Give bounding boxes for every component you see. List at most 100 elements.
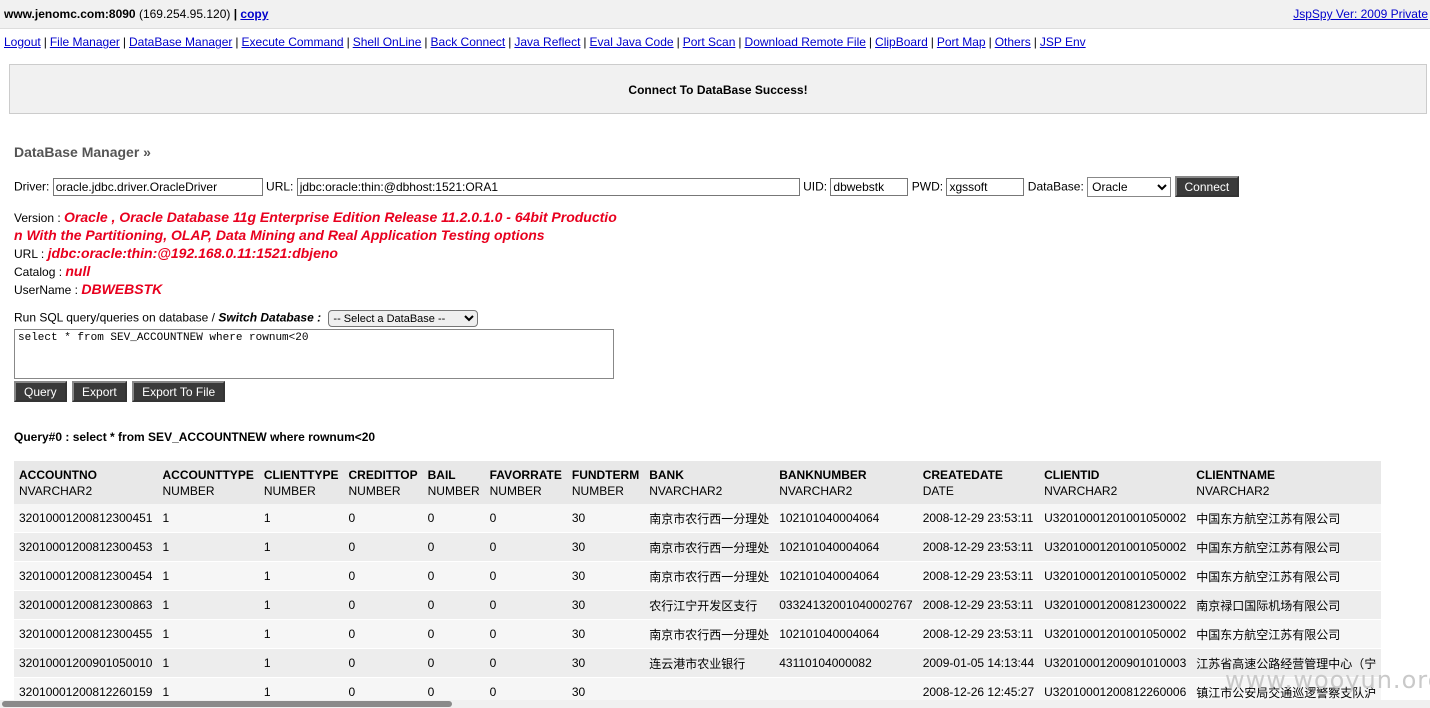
nav-link-clipboard[interactable]: ClipBoard [875, 35, 928, 49]
nav-link-eval-java-code[interactable]: Eval Java Code [590, 35, 674, 49]
nav-separator: | [738, 35, 742, 49]
nav-link-shell-online[interactable]: Shell OnLine [353, 35, 422, 49]
username-value: DBWEBSTK [81, 281, 163, 297]
column-type: NUMBER [162, 484, 215, 498]
table-cell: 30 [566, 504, 645, 533]
nav-link-back-connect[interactable]: Back Connect [431, 35, 506, 49]
column-name: BAIL [427, 468, 456, 482]
driver-input[interactable] [52, 177, 263, 196]
column-header-clientname: CLIENTNAME NVARCHAR2 [1191, 461, 1382, 504]
nav-link-logout[interactable]: Logout [4, 35, 41, 49]
nav-link-port-map[interactable]: Port Map [937, 35, 986, 49]
page-title: DataBase Manager » [14, 144, 151, 160]
query-result-title: Query#0 : select * from SEV_ACCOUNTNEW w… [14, 430, 376, 444]
column-name: BANKNUMBER [779, 468, 867, 482]
column-type: NVARCHAR2 [779, 484, 853, 498]
column-header-accounttype: ACCOUNTTYPE NUMBER [157, 461, 259, 504]
table-cell: 1 [258, 590, 344, 620]
column-type: NUMBER [571, 484, 624, 498]
catalog-line: Catalog : null [14, 263, 624, 281]
sql-query-textarea[interactable]: select * from SEV_ACCOUNTNEW where rownu… [14, 329, 614, 379]
nav-link-java-reflect[interactable]: Java Reflect [514, 35, 580, 49]
column-type: NVARCHAR2 [1196, 484, 1270, 498]
column-type: NUMBER [427, 484, 480, 498]
table-cell: 1 [258, 532, 344, 562]
column-header-createdate: CREATEDATE DATE [917, 461, 1040, 504]
host-name: www.jenomc.com:8090 [4, 7, 136, 21]
nav-link-download-remote-file[interactable]: Download Remote File [745, 35, 866, 49]
url-input[interactable] [296, 177, 800, 196]
table-cell: 2008-12-29 23:53:11 [917, 619, 1040, 649]
column-header-clienttype: CLIENTTYPE NUMBER [258, 461, 344, 504]
table-cell: 0 [422, 532, 485, 562]
connect-button[interactable]: Connect [1174, 176, 1240, 197]
table-cell: 南京市农行西一分理处 [644, 619, 775, 649]
nav-link-file-manager[interactable]: File Manager [50, 35, 120, 49]
table-cell: 0 [343, 619, 423, 649]
table-cell: 中国东方航空江苏有限公司 [1191, 532, 1382, 562]
table-cell: 30 [566, 619, 645, 649]
nav-separator: | [346, 35, 350, 49]
switch-database-label: Switch Database : [218, 310, 322, 325]
switch-database-select[interactable]: -- Select a DataBase -- [328, 310, 479, 327]
export-button[interactable]: Export [72, 381, 127, 402]
table-cell: U32010001200812300022 [1039, 590, 1192, 620]
table-cell: 102101040004064 [774, 619, 918, 649]
column-type: NVARCHAR2 [19, 484, 93, 498]
column-type: NUMBER [263, 484, 316, 498]
nav-separator: | [988, 35, 992, 49]
horizontal-scrollbar[interactable] [0, 700, 1430, 708]
column-header-fundterm: FUNDTERM NUMBER [566, 461, 645, 504]
table-cell: 32010001200812300863 [14, 590, 158, 620]
nav-link-others[interactable]: Others [995, 35, 1031, 49]
run-sql-label: Run SQL query/queries on database / [14, 310, 216, 325]
uid-input[interactable] [830, 177, 909, 196]
column-name: FUNDTERM [571, 468, 640, 482]
table-row: 32010001200812300453 1 1 0 0 0 30 南京市农行西一分理处 102… [14, 532, 1382, 562]
nav-link-port-scan[interactable]: Port Scan [683, 35, 736, 49]
table-cell: 30 [566, 532, 645, 562]
nav-link-database-manager[interactable]: DataBase Manager [129, 35, 232, 49]
result-table: ACCOUNTNO NVARCHAR2 ACCOUNTTYPE NUMBER CLIEN… [14, 461, 1382, 707]
version-line-2: n With the Partitioning, OLAP, Data Mini… [14, 227, 624, 245]
copy-link[interactable]: copy [240, 7, 268, 21]
version-label: Version : [14, 211, 61, 225]
host-ip: (169.254.95.120) [138, 7, 231, 21]
table-cell: 30 [566, 648, 645, 678]
table-cell: 1 [157, 504, 259, 533]
table-cell: 中国东方航空江苏有限公司 [1191, 619, 1382, 649]
table-row: 32010001200812300863 1 1 0 0 0 30 农行江宁开发区支行 0332… [14, 590, 1382, 620]
table-cell: 1 [157, 648, 259, 678]
table-cell: 0 [484, 648, 567, 678]
nav-link-execute-command[interactable]: Execute Command [242, 35, 344, 49]
table-cell: 2009-01-05 14:13:44 [917, 648, 1040, 678]
table-cell: 0 [343, 590, 423, 620]
column-name: FAVORRATE [489, 468, 562, 482]
table-cell: 0 [422, 590, 485, 620]
table-cell: 1 [258, 648, 344, 678]
table-cell: 30 [566, 590, 645, 620]
pwd-input[interactable] [946, 177, 1025, 196]
nav-separator: | [122, 35, 126, 49]
scrollbar-thumb[interactable] [2, 701, 452, 707]
table-cell: 102101040004064 [774, 504, 918, 533]
table-cell: U32010001201001050002 [1039, 504, 1192, 533]
version-link[interactable]: JspSpy Ver: 2009 Private [1293, 7, 1428, 21]
database-select[interactable]: Oracle [1087, 176, 1172, 197]
column-name: CLIENTID [1044, 468, 1100, 482]
column-header-clientid: CLIENTID NVARCHAR2 [1039, 461, 1192, 504]
table-cell: 0 [343, 561, 423, 591]
nav-separator: | [508, 35, 512, 49]
query-button[interactable]: Query [14, 381, 67, 402]
top-bar: www.jenomc.com:8090 (169.254.95.120) | c… [0, 0, 1430, 29]
table-cell: 32010001200812300451 [14, 504, 158, 533]
table-cell: 0 [484, 619, 567, 649]
table-cell: 南京市农行西一分理处 [644, 561, 775, 591]
table-cell: 32010001200812300455 [14, 619, 158, 649]
export-to-file-button[interactable]: Export To File [132, 381, 226, 402]
table-row: 32010001200812300454 1 1 0 0 0 30 南京市农行西一分理处 102… [14, 561, 1382, 591]
nav-link-jsp-env[interactable]: JSP Env [1040, 35, 1086, 49]
table-cell: 南京市农行西一分理处 [644, 532, 775, 562]
column-name: CLIENTTYPE [263, 468, 339, 482]
version-value: Oracle , Oracle Database 11g Enterprise … [64, 209, 617, 225]
